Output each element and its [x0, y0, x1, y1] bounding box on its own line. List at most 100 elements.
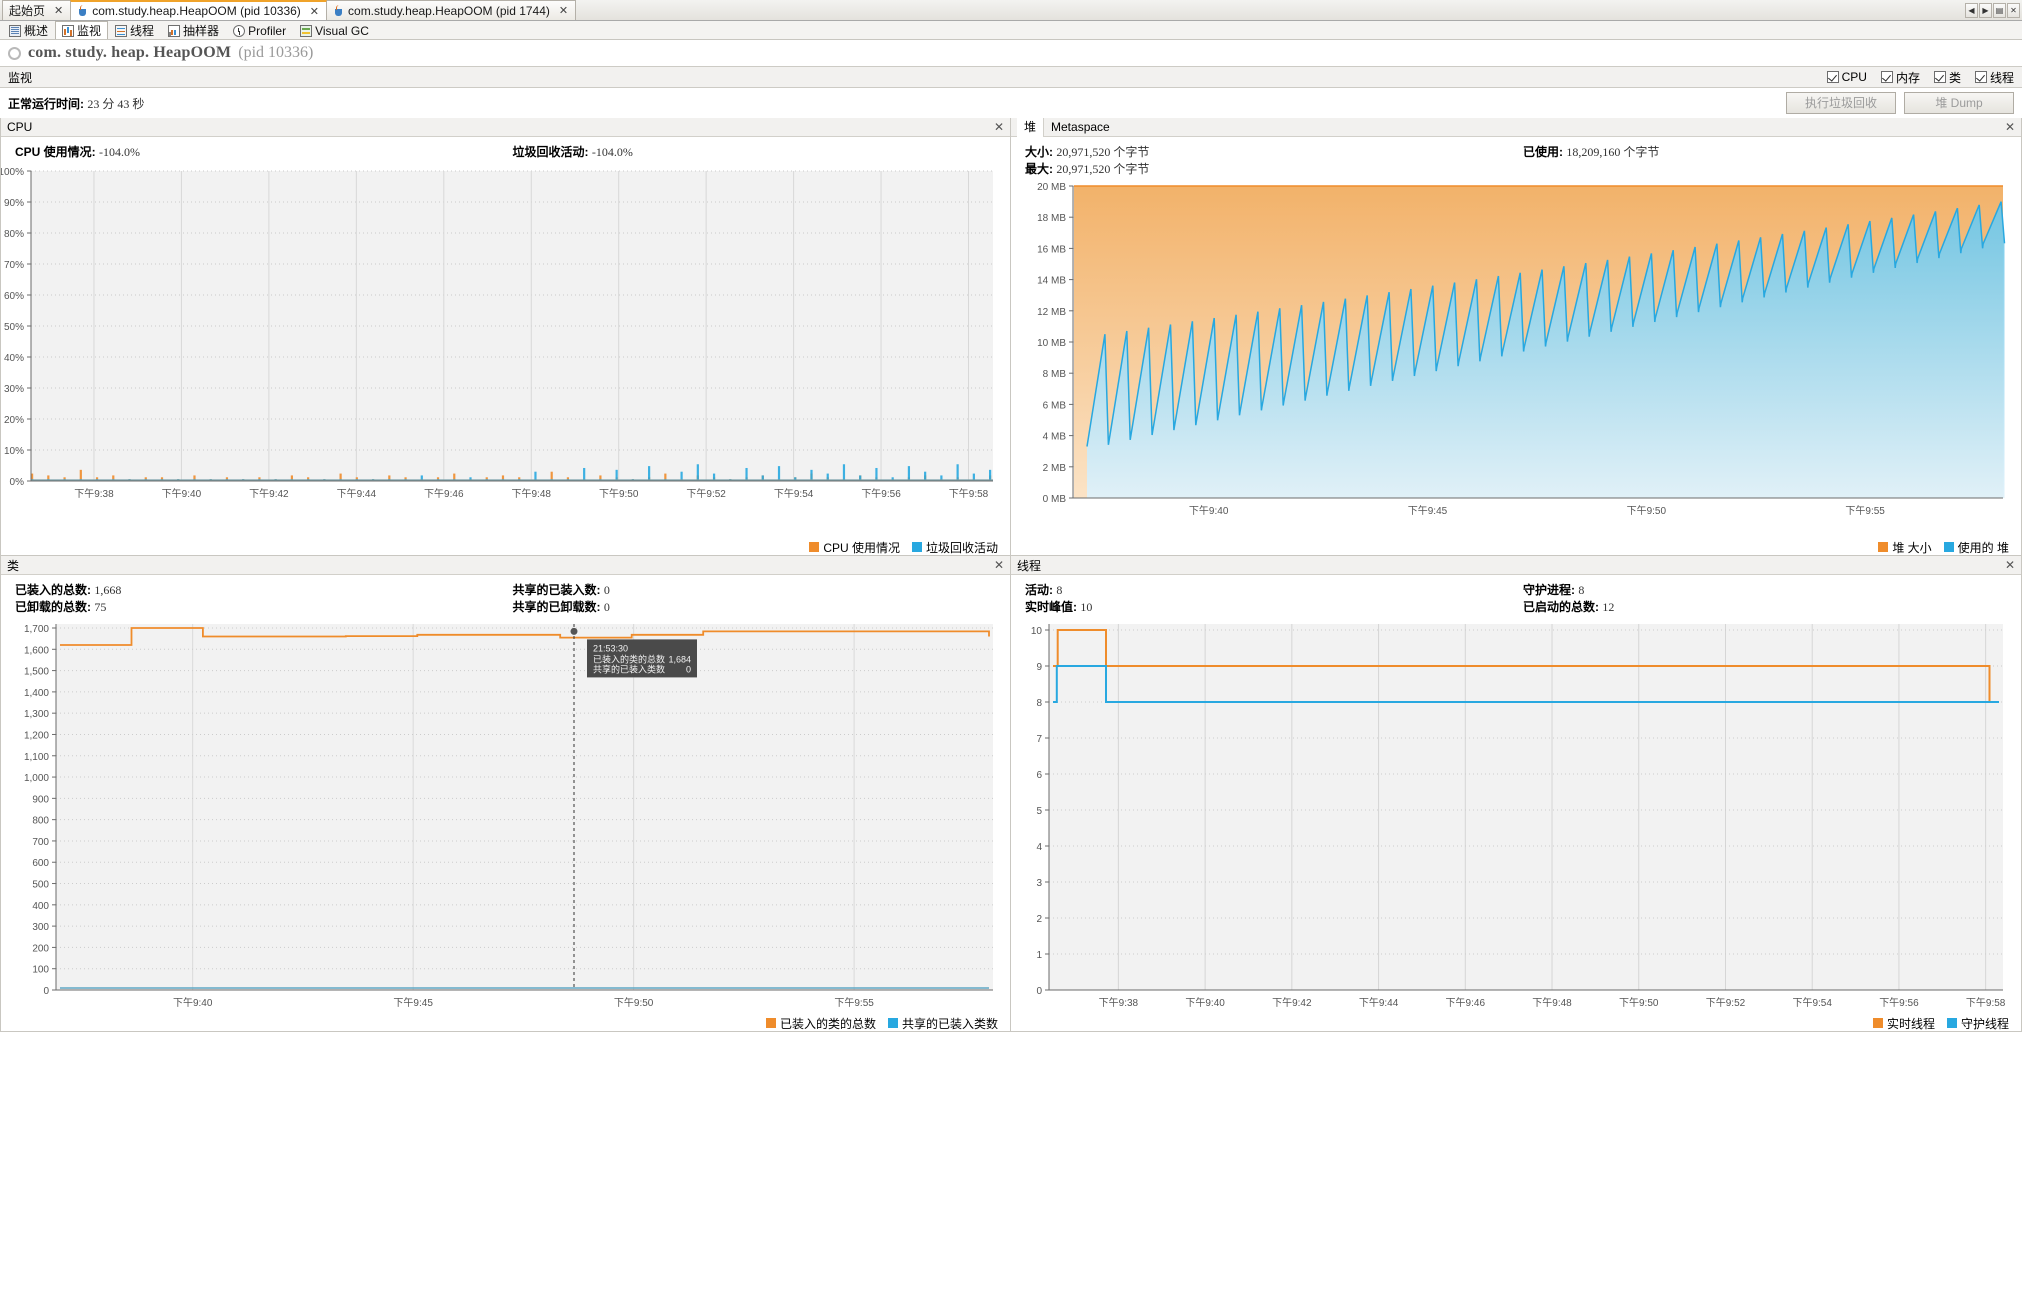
checkbox-classes[interactable]: 类: [1933, 69, 1961, 86]
svg-text:700: 700: [32, 837, 49, 848]
heap-stats: 大小: 20,971,520 个字节 最大: 20,971,520 个字节 已使…: [1011, 137, 2021, 182]
svg-text:1,300: 1,300: [24, 709, 49, 720]
close-icon[interactable]: ✕: [2005, 120, 2015, 134]
cpu-chart[interactable]: 0% 10% 20% 30% 40% 50% 60% 70% 80% 90% 100% 下午9:38…: [1, 165, 1010, 539]
threads-panel: 线程 ✕ 活动: 8 实时峰值: 10 守护进程: 8 已启动的总数: 12 0…: [1011, 556, 2022, 1032]
legend-label: 实时线程: [1886, 1016, 1935, 1031]
heap-tab[interactable]: 堆: [1017, 118, 1045, 137]
svg-text:下午9:42: 下午9:42: [1272, 996, 1312, 1009]
legend-label: 共享的已装入类数: [901, 1016, 998, 1031]
tab-sampler[interactable]: 抽样器: [161, 21, 226, 39]
uptime-value: 23 分 43 秒: [87, 96, 145, 111]
svg-text:下午9:42: 下午9:42: [249, 487, 289, 500]
gc-activity-value: -104.0%: [591, 145, 633, 159]
close-icon[interactable]: ✕: [994, 120, 1004, 134]
tab-list-icon[interactable]: ▤: [1993, 3, 2006, 18]
svg-text:1,100: 1,100: [24, 752, 49, 763]
legend-label: 使用的 堆: [1957, 540, 2009, 555]
svg-text:下午9:56: 下午9:56: [861, 487, 901, 500]
svg-text:下午9:50: 下午9:50: [599, 487, 639, 500]
tab-threads[interactable]: 线程: [108, 21, 161, 39]
svg-text:下午9:50: 下午9:50: [1627, 504, 1667, 517]
tab-close-icon[interactable]: ✕: [310, 5, 319, 18]
threads-peak-label: 实时峰值:: [1025, 600, 1077, 614]
checkbox-threads[interactable]: 线程: [1974, 69, 2014, 86]
svg-text:1,200: 1,200: [24, 730, 49, 741]
heap-panel: 堆 Metaspace ✕ 大小: 20,971,520 个字节 最大: 20,…: [1011, 118, 2022, 556]
heap-chart-svg: 0 MB 2 MB 4 MB 6 MB 8 MB 10 MB 12 MB 14 MB 16 MB…: [1037, 182, 2006, 517]
legend-swatch-icon: [1943, 542, 1954, 552]
svg-text:300: 300: [32, 922, 49, 933]
threads-stats: 活动: 8 实时峰值: 10 守护进程: 8 已启动的总数: 12: [1011, 575, 2021, 620]
heap-used-label: 已使用:: [1523, 145, 1563, 159]
svg-text:1: 1: [1036, 950, 1042, 961]
svg-text:900: 900: [32, 794, 49, 805]
legend-label: 守护线程: [1960, 1016, 2009, 1031]
legend-item-classes-loaded: 已装入的类的总数: [765, 1015, 876, 1032]
heap-dump-button[interactable]: 堆 Dump: [1904, 92, 2014, 114]
svg-text:下午9:58: 下午9:58: [1966, 996, 2006, 1009]
legend-swatch-icon: [1872, 1018, 1883, 1028]
perform-gc-button[interactable]: 执行垃圾回收: [1786, 92, 1896, 114]
view-tab-label: 监视: [77, 24, 102, 38]
tab-scroll-left-icon[interactable]: ◀: [1965, 3, 1978, 18]
view-tab-label: 线程: [130, 24, 155, 38]
tab-label: 起始页: [9, 4, 46, 18]
metaspace-tab[interactable]: Metaspace: [1044, 118, 1117, 137]
svg-text:0: 0: [43, 986, 49, 997]
classes-stats: 已装入的总数: 1,668 已卸载的总数: 75 共享的已装入数: 0 共享的已…: [1, 575, 1010, 620]
legend-item-heap-size: 堆 大小: [1878, 539, 1932, 556]
svg-text:6 MB: 6 MB: [1043, 400, 1067, 411]
close-icon[interactable]: ✕: [994, 558, 1004, 572]
svg-text:4: 4: [1036, 842, 1042, 853]
svg-text:20%: 20%: [4, 415, 24, 426]
checkbox-label: 类: [1948, 70, 1961, 85]
tab-profiler[interactable]: Profiler: [226, 21, 293, 39]
java-icon: [333, 4, 344, 17]
checkbox-cpu[interactable]: CPU: [1826, 70, 1867, 84]
svg-text:下午9:38: 下午9:38: [1099, 996, 1139, 1009]
cpu-panel-header: CPU ✕: [1, 118, 1010, 137]
tab-start-page[interactable]: 起始页 ✕: [2, 0, 72, 20]
tab-close-all-icon[interactable]: ✕: [2007, 3, 2020, 18]
tab-heapoom-10336[interactable]: com.study.heap.HeapOOM (pid 10336) ✕: [70, 0, 328, 20]
svg-text:下午9:40: 下午9:40: [173, 996, 213, 1009]
checkbox-memory[interactable]: 内存: [1880, 69, 1920, 86]
classes-chart[interactable]: 0 100 200 300 400 500 600 700 800 900 1,000 1,100 1,…: [1, 620, 1010, 1015]
tab-visual-gc[interactable]: Visual GC: [293, 21, 376, 39]
tab-overview[interactable]: 概述: [2, 21, 55, 39]
legend-swatch-icon: [911, 542, 922, 552]
svg-text:16 MB: 16 MB: [1037, 244, 1066, 255]
checkbox-icon: [1974, 71, 1987, 83]
svg-text:1,700: 1,700: [24, 624, 49, 635]
uptime-row: 正常运行时间: 23 分 43 秒 执行垃圾回收 堆 Dump: [0, 88, 2022, 118]
classes-loaded-value: 1,668: [94, 583, 122, 597]
tab-close-icon[interactable]: ✕: [54, 4, 63, 17]
tab-heapoom-1744[interactable]: com.study.heap.HeapOOM (pid 1744) ✕: [326, 0, 577, 20]
cpu-chart-svg: 0% 10% 20% 30% 40% 50% 60% 70% 80% 90% 100% 下午9:38…: [1, 167, 993, 500]
classes-panel: 类 ✕ 已装入的总数: 1,668 已卸载的总数: 75 共享的已装入数: 0 …: [0, 556, 1011, 1032]
svg-text:共享的已装入类数: 共享的已装入类数: [593, 663, 665, 674]
tab-close-icon[interactable]: ✕: [559, 4, 568, 17]
view-tab-label: Visual GC: [315, 23, 369, 38]
tab-scroll-right-icon[interactable]: ▶: [1979, 3, 1992, 18]
shared-unloaded-value: 0: [603, 600, 610, 614]
legend-item-gc-activity: 垃圾回收活动: [911, 539, 998, 556]
svg-text:下午9:58: 下午9:58: [949, 487, 989, 500]
svg-text:14 MB: 14 MB: [1037, 276, 1066, 287]
threads-daemon-label: 守护进程:: [1523, 583, 1575, 597]
view-tab-label: 抽样器: [183, 24, 220, 38]
svg-text:10%: 10%: [4, 446, 24, 457]
process-name: com. study. heap. HeapOOM: [28, 44, 232, 61]
monitor-panels-grid: CPU ✕ CPU 使用情况: -104.0% 垃圾回收活动: -104.0% …: [0, 118, 2022, 1032]
gc-activity-label: 垃圾回收活动:: [512, 145, 589, 159]
threads-chart[interactable]: 0 1 2 3 4 5 6 7 8 9 10 下午9:38 下午9:40 下午9:42 下午9:44 下午9…: [1011, 620, 2021, 1015]
process-status-icon: [8, 46, 21, 60]
tab-monitor[interactable]: 监视: [55, 21, 109, 39]
threads-chart-svg: 0 1 2 3 4 5 6 7 8 9 10 下午9:38 下午9:40 下午9:42 下午9:44 下午9…: [1031, 624, 2006, 1009]
legend-item-cpu-usage: CPU 使用情况: [809, 539, 900, 556]
svg-text:100: 100: [32, 965, 49, 976]
tab-label: com.study.heap.HeapOOM (pid 10336): [92, 4, 301, 18]
heap-chart[interactable]: 0 MB 2 MB 4 MB 6 MB 8 MB 10 MB 12 MB 14 MB 16 MB…: [1011, 182, 2021, 539]
close-icon[interactable]: ✕: [2005, 558, 2015, 572]
